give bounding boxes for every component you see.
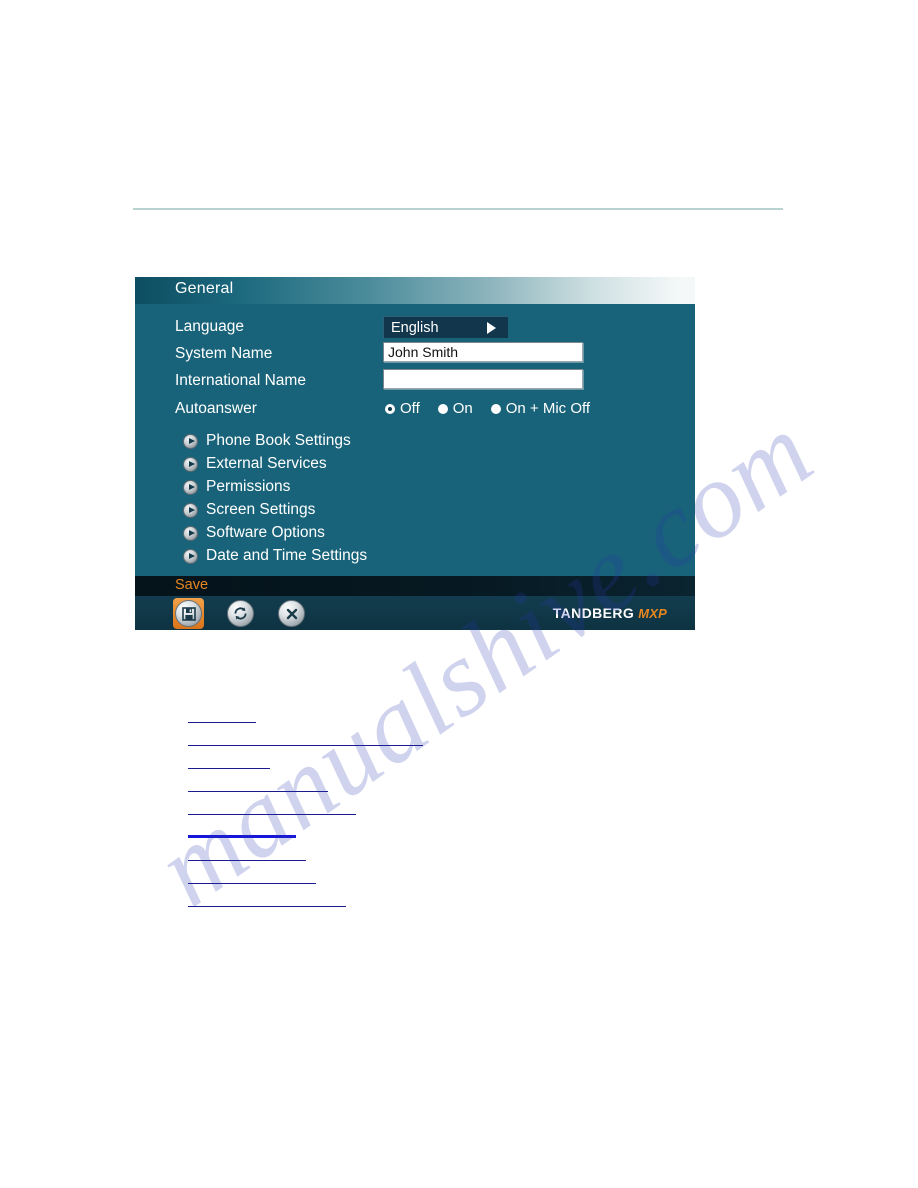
radio-option-on-mic-off[interactable]: On + Mic Off xyxy=(490,400,591,417)
close-x-icon xyxy=(278,600,305,627)
radio-label-off: Off xyxy=(400,400,420,417)
play-circle-icon xyxy=(183,433,198,449)
submenu-label: Software Options xyxy=(206,524,325,541)
row-international-name: International Name xyxy=(135,369,695,395)
reload-button[interactable] xyxy=(225,598,256,629)
radio-dot-icon xyxy=(490,403,501,414)
page-divider xyxy=(133,208,783,210)
page-title: General xyxy=(175,280,234,297)
submenu-label: Phone Book Settings xyxy=(206,432,351,449)
submenu-item-software-options[interactable]: Software Options xyxy=(183,523,325,543)
panel-header: General xyxy=(135,277,695,304)
language-dropdown[interactable]: English xyxy=(383,316,508,338)
radio-option-on[interactable]: On xyxy=(437,400,473,417)
tandberg-settings-panel: General Language English System Name Joh… xyxy=(135,277,695,630)
save-status-label: Save xyxy=(175,577,209,593)
submenu-label: Screen Settings xyxy=(206,501,316,518)
submenu-item-screen-settings[interactable]: Screen Settings xyxy=(183,500,315,520)
label-autoanswer: Autoanswer xyxy=(175,400,257,417)
triangle-right-icon xyxy=(487,321,496,334)
radio-label-on-mic-off: On + Mic Off xyxy=(505,400,591,417)
row-language: Language English xyxy=(135,316,695,341)
label-language: Language xyxy=(175,318,244,335)
play-circle-icon xyxy=(183,456,198,472)
label-system-name: System Name xyxy=(175,345,273,362)
international-name-input[interactable] xyxy=(383,369,583,389)
submenu-item-external-services[interactable]: External Services xyxy=(183,454,327,474)
autoanswer-radio-group: Off On On + Mic Off xyxy=(385,400,608,417)
play-circle-icon xyxy=(183,479,198,495)
panel-body: Language English System Name John Smith … xyxy=(135,304,695,576)
label-international-name: International Name xyxy=(175,372,306,389)
play-circle-icon xyxy=(183,525,198,541)
system-name-input[interactable]: John Smith xyxy=(383,342,583,362)
radio-dot-icon xyxy=(385,403,395,414)
save-status-bar: Save xyxy=(135,576,695,596)
row-system-name: System Name John Smith xyxy=(135,342,695,368)
submenu-item-phone-book-settings[interactable]: Phone Book Settings xyxy=(183,431,351,451)
radio-label-on: On xyxy=(452,400,473,417)
play-circle-icon xyxy=(183,548,198,564)
submenu-label: External Services xyxy=(206,455,327,472)
row-autoanswer: Autoanswer Off On On + Mic Off xyxy=(135,400,695,423)
floppy-disk-icon xyxy=(175,600,202,627)
tandberg-logo: TANDBERG MXP xyxy=(553,605,667,621)
refresh-icon xyxy=(227,600,254,627)
radio-dot-icon xyxy=(437,403,448,414)
submenu-label: Permissions xyxy=(206,478,291,495)
submenu-item-date-and-time-settings[interactable]: Date and Time Settings xyxy=(183,546,367,566)
brand-product: MXP xyxy=(638,606,667,621)
submenu-item-permissions[interactable]: Permissions xyxy=(183,477,290,497)
save-button[interactable] xyxy=(173,598,204,629)
language-dropdown-value: English xyxy=(391,319,439,336)
radio-option-off[interactable]: Off xyxy=(385,400,420,417)
panel-toolbar: TANDBERG MXP xyxy=(135,596,695,630)
submenu-label: Date and Time Settings xyxy=(206,547,368,564)
play-circle-icon xyxy=(183,502,198,518)
cancel-button[interactable] xyxy=(276,598,307,629)
brand-name: TANDBERG xyxy=(552,605,635,621)
